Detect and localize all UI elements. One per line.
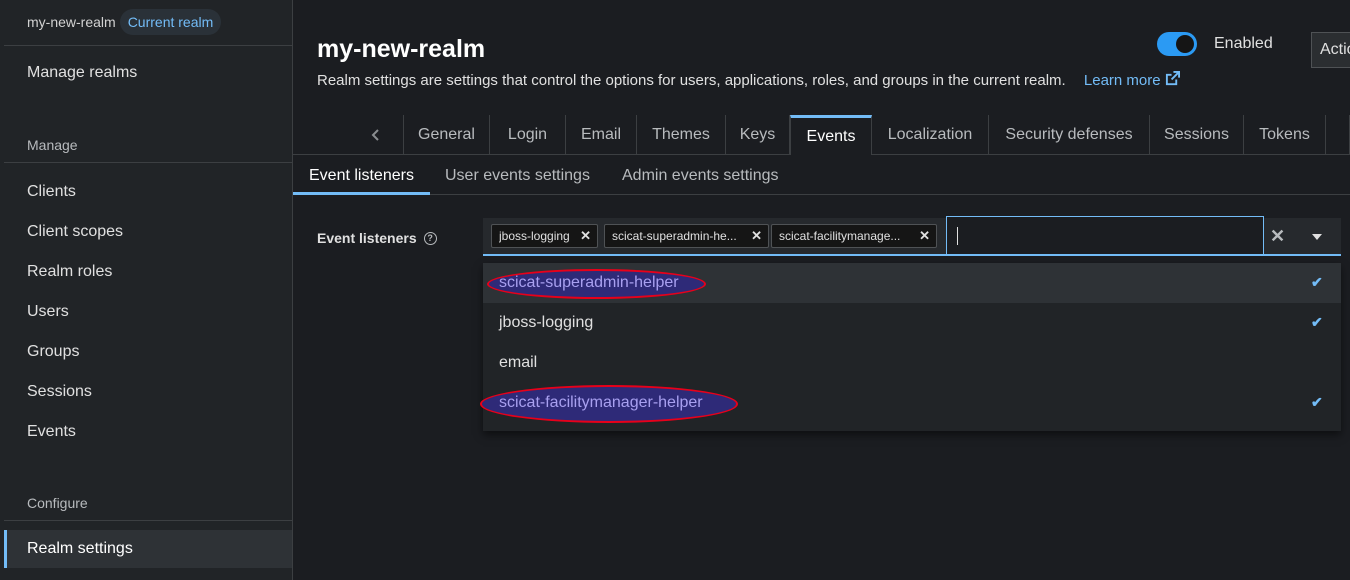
realm-selector[interactable]: my-new-realm Current realm	[27, 7, 222, 37]
page-header: my-new-realm Realm settings are settings…	[293, 0, 1350, 115]
chip-jboss-logging: jboss-logging ✕	[491, 224, 598, 248]
realm-settings-tabs: General Login Email Themes Keys Events L…	[293, 115, 1350, 155]
tab-scroll-left-button[interactable]	[348, 115, 404, 155]
tab-sessions[interactable]: Sessions	[1150, 115, 1244, 155]
manage-realms-link[interactable]: Manage realms	[27, 64, 137, 82]
typeahead-input[interactable]	[946, 216, 1264, 254]
tab-security-defenses[interactable]: Security defenses	[989, 115, 1150, 155]
sidebar-item-realm-settings[interactable]: Realm settings	[4, 530, 292, 568]
sidebar-item-label: Realm settings	[27, 540, 133, 557]
tab-email[interactable]: Email	[566, 115, 637, 155]
event-listeners-label: Event listeners ?	[317, 230, 437, 246]
tab-events[interactable]: Events	[790, 115, 872, 155]
tab-login[interactable]: Login	[490, 115, 566, 155]
sidebar-item-users[interactable]: Users	[27, 303, 69, 321]
active-subtab-indicator	[293, 192, 430, 195]
tab-localization[interactable]: Localization	[872, 115, 989, 155]
check-icon: ✔	[1311, 314, 1323, 330]
sidebar-item-events[interactable]: Events	[27, 423, 76, 441]
chip-scicat-facilitymanager-helper: scicat-facilitymanage... ✕	[771, 224, 937, 248]
current-realm-badge: Current realm	[119, 9, 222, 35]
check-icon: ✔	[1311, 394, 1323, 410]
option-scicat-facilitymanager-helper[interactable]: scicat-facilitymanager-helper ✔	[480, 383, 1341, 423]
option-jboss-logging[interactable]: jboss-logging ✔	[483, 303, 1341, 343]
check-icon: ✔	[1311, 274, 1323, 290]
tab-general[interactable]: General	[404, 115, 490, 155]
events-subtabs: Event listeners User events settings Adm…	[293, 155, 1350, 195]
event-listeners-menu: scicat-superadmin-helper ✔ jboss-logging…	[480, 263, 1341, 431]
enabled-toggle[interactable]	[1157, 32, 1197, 56]
external-link-icon	[1165, 71, 1180, 86]
chip-label: scicat-superadmin-he...	[612, 229, 737, 243]
divider	[4, 45, 292, 46]
subtab-event-listeners[interactable]: Event listeners	[309, 167, 414, 185]
chip-label: scicat-facilitymanage...	[779, 229, 901, 243]
page-description: Realm settings are settings that control…	[317, 71, 1180, 89]
divider	[4, 162, 292, 163]
description-text: Realm settings are settings that control…	[317, 72, 1066, 89]
option-label: jboss-logging	[499, 314, 594, 331]
chip-scicat-superadmin-helper: scicat-superadmin-he... ✕	[604, 224, 769, 248]
option-scicat-superadmin-helper[interactable]: scicat-superadmin-helper ✔	[483, 263, 1341, 303]
tab-keys[interactable]: Keys	[726, 115, 790, 155]
sidebar-item-clients[interactable]: Clients	[27, 183, 76, 201]
sidebar-item-client-scopes[interactable]: Client scopes	[27, 223, 123, 241]
text-cursor	[957, 227, 958, 245]
event-listeners-select[interactable]: jboss-logging ✕ scicat-superadmin-he... …	[483, 216, 1341, 256]
tab-tokens[interactable]: Tokens	[1244, 115, 1326, 155]
realm-name: my-new-realm	[27, 14, 116, 30]
chip-remove-icon[interactable]: ✕	[580, 228, 591, 244]
option-label: scicat-superadmin-helper	[499, 274, 679, 291]
configure-section-heading: Configure	[27, 495, 88, 511]
option-label: scicat-facilitymanager-helper	[499, 394, 703, 411]
chip-label: jboss-logging	[499, 229, 570, 243]
action-dropdown-button[interactable]: Action	[1311, 32, 1350, 68]
sidebar-item-sessions[interactable]: Sessions	[27, 383, 92, 401]
divider	[4, 520, 292, 521]
sidebar: my-new-realm Current realm Manage realms…	[0, 0, 293, 580]
subtab-user-events-settings[interactable]: User events settings	[445, 167, 590, 185]
clear-selection-icon[interactable]: ✕	[1270, 226, 1285, 247]
enabled-label: Enabled	[1214, 35, 1273, 52]
chip-remove-icon[interactable]: ✕	[751, 228, 762, 244]
field-label-text: Event listeners	[317, 230, 417, 246]
tab-overflow[interactable]	[1326, 115, 1350, 155]
manage-section-heading: Manage	[27, 137, 78, 153]
subtab-admin-events-settings[interactable]: Admin events settings	[622, 167, 779, 185]
chip-remove-icon[interactable]: ✕	[919, 228, 930, 244]
sidebar-item-realm-roles[interactable]: Realm roles	[27, 263, 112, 281]
learn-more-label: Learn more	[1083, 72, 1161, 89]
option-email[interactable]: email	[483, 343, 1341, 383]
page-title: my-new-realm	[317, 35, 486, 63]
sidebar-item-groups[interactable]: Groups	[27, 343, 79, 361]
chevron-left-icon	[371, 129, 379, 141]
help-icon[interactable]: ?	[423, 231, 437, 245]
dropdown-caret-icon[interactable]	[1312, 234, 1322, 240]
learn-more-link[interactable]: Learn more	[1083, 71, 1180, 89]
option-label: email	[499, 354, 538, 371]
tab-themes[interactable]: Themes	[637, 115, 726, 155]
